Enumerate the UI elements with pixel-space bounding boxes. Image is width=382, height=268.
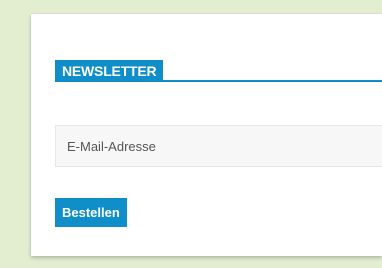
newsletter-title: NEWSLETTER [55, 60, 164, 82]
subscribe-button[interactable]: Bestellen [55, 198, 127, 227]
newsletter-widget: NEWSLETTER Bestellen [31, 14, 382, 256]
title-underline [55, 80, 382, 82]
email-field[interactable] [55, 125, 382, 167]
newsletter-header: NEWSLETTER [55, 60, 382, 82]
